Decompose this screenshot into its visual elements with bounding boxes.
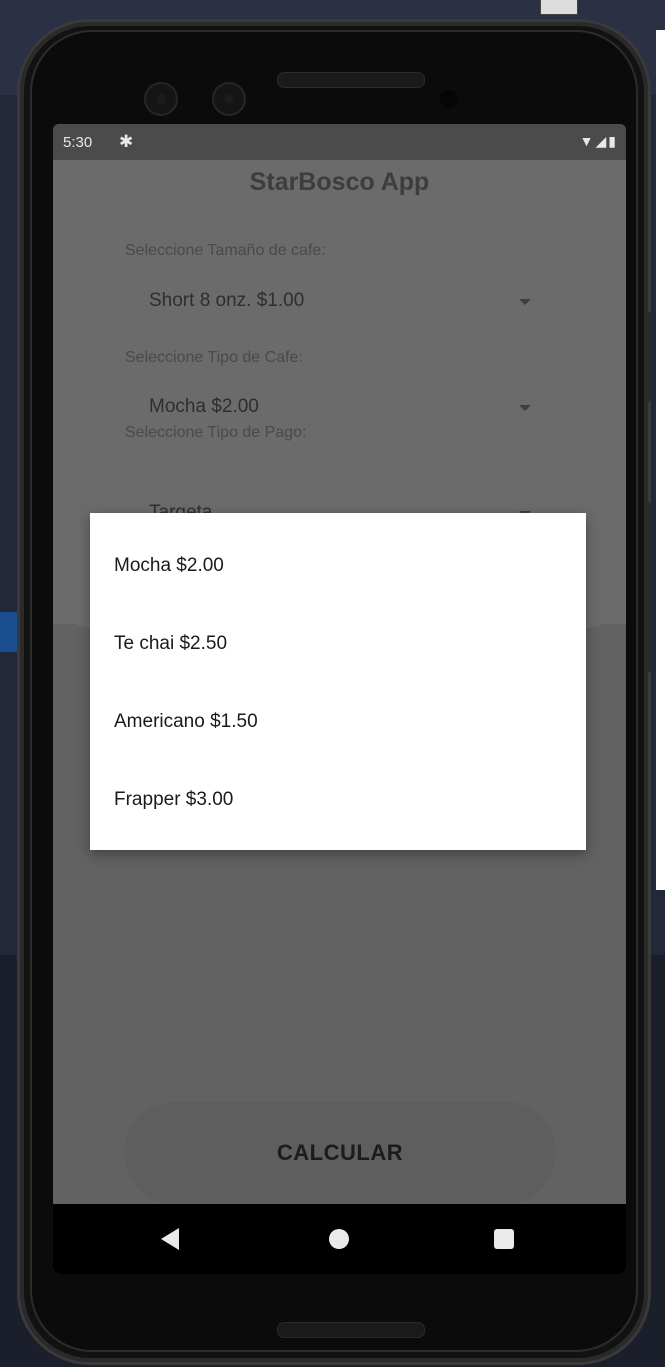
volume-button [646, 312, 651, 402]
size-spinner-value: Short 8 onz. $1.00 [149, 290, 305, 311]
camera-icon [144, 82, 178, 116]
signal-icon: ◢ [595, 133, 609, 149]
coffee-type-dropdown: Mocha $2.00 Te chai $2.50 Americano $1.5… [90, 513, 586, 850]
gear-icon: ✱ [119, 132, 134, 151]
page-title: StarBosco App [249, 168, 430, 196]
status-bar: 5:30 ✱ ▼◢▮ [53, 124, 626, 160]
home-icon[interactable] [329, 1229, 349, 1249]
chevron-down-icon [519, 405, 531, 411]
size-label: Seleccione Tamaño de cafe: [125, 242, 326, 259]
earpiece-speaker [277, 72, 425, 88]
status-icons: ▼◢▮ [580, 133, 618, 150]
type-spinner[interactable]: Mocha $2.00 [125, 388, 539, 428]
proximity-sensor [440, 90, 458, 108]
dropdown-option-frapper[interactable]: Frapper $3.00 [114, 789, 233, 811]
bottom-speaker [277, 1322, 425, 1338]
size-spinner[interactable]: Short 8 onz. $1.00 [125, 282, 539, 322]
payment-label: Seleccione Tipo de Pago: [125, 424, 307, 441]
recents-icon[interactable] [494, 1229, 514, 1249]
host-window-icon [540, 0, 578, 15]
back-icon[interactable] [161, 1228, 179, 1250]
wifi-icon: ▼ [579, 133, 596, 149]
host-highlight [0, 612, 20, 652]
chevron-down-icon [519, 299, 531, 305]
calculate-button[interactable]: CALCULAR [124, 1102, 556, 1204]
host-side-panel [656, 30, 665, 890]
power-button [646, 502, 651, 672]
dropdown-option-mocha[interactable]: Mocha $2.00 [114, 555, 224, 577]
dropdown-option-americano[interactable]: Americano $1.50 [114, 711, 258, 733]
camera-icon [212, 82, 246, 116]
type-spinner-value: Mocha $2.00 [149, 396, 259, 417]
type-label: Seleccione Tipo de Cafe: [125, 349, 303, 366]
battery-icon: ▮ [608, 133, 618, 149]
dropdown-option-te-chai[interactable]: Te chai $2.50 [114, 633, 227, 655]
status-time: 5:30 [63, 134, 93, 151]
navigation-bar [53, 1204, 626, 1274]
